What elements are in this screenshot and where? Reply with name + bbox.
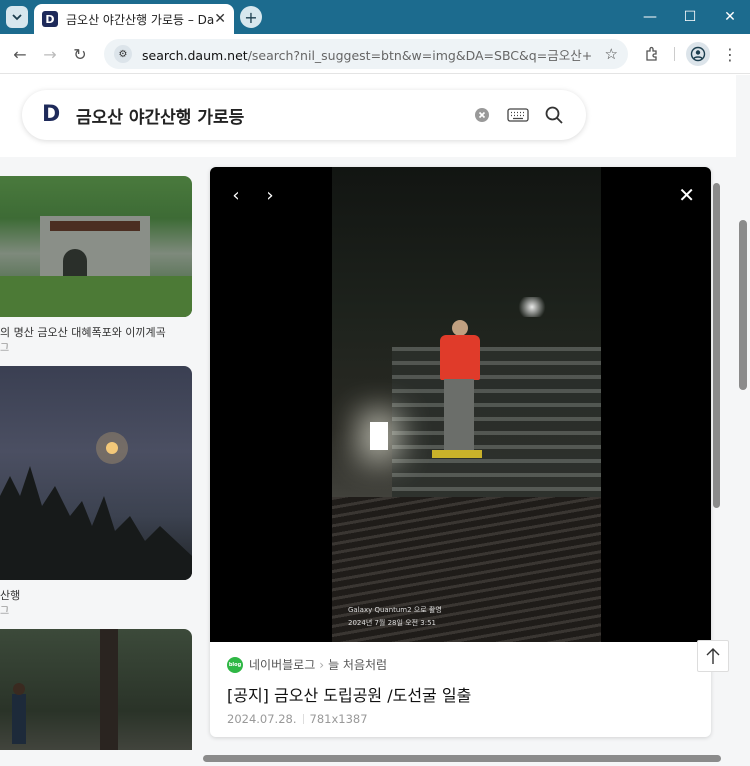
daum-logo-icon[interactable]: D (42, 104, 64, 126)
photo-stairs (392, 347, 601, 517)
image-viewer-panel: Galaxy Quantum2 으로 촬영 2024년 7월 28일 오전 3:… (210, 167, 711, 737)
daum-favicon-icon: D (42, 11, 58, 27)
url-domain: search.daum.net (142, 47, 248, 63)
source-author[interactable]: 늘 처음처럼 (328, 656, 387, 673)
minimize-button[interactable]: — (630, 0, 670, 34)
watermark-line-2: 2024년 7월 28일 오전 3:51 (348, 619, 436, 627)
tab-title: 금오산 야간산행 가로등 – Daum (66, 12, 215, 27)
tab-search-button[interactable] (6, 6, 28, 28)
profile-icon[interactable] (686, 42, 710, 66)
clear-query-icon[interactable] (470, 103, 494, 127)
photo-hiker-feet (432, 450, 482, 458)
meta-divider (302, 714, 304, 724)
url-path: /search?nil_suggest=btn&w=img&DA=SBC&q=금… (247, 47, 592, 63)
result-source-2: 그 (0, 606, 10, 617)
bookmark-star-icon[interactable]: ☆ (605, 45, 618, 63)
previous-image-button[interactable]: ‹ (226, 185, 246, 206)
menu-kebab-icon[interactable]: ⋮ (718, 42, 742, 66)
photo-hiker-head (452, 320, 468, 336)
scroll-to-top-button[interactable] (697, 640, 729, 672)
result-thumbnail-3[interactable] (0, 629, 192, 766)
photo-lights (512, 297, 552, 317)
page-vertical-scrollbar[interactable] (736, 75, 750, 750)
chevron-down-icon (12, 14, 22, 21)
address-bar[interactable]: ⚙ search.daum.net/search?nil_suggest=btn… (104, 39, 628, 69)
tab-close-icon[interactable]: ✕ (214, 11, 226, 27)
photo-hiker-body (440, 335, 480, 380)
site-info-icon[interactable]: ⚙ (114, 45, 132, 63)
result-thumbnail-1[interactable] (0, 176, 192, 317)
active-tab[interactable]: D 금오산 야간산행 가로등 – Daum ✕ (34, 4, 234, 34)
image-title-link[interactable]: [공지] 금오산 도립공원 /도선굴 일출 (227, 682, 694, 706)
photo-watermark: Galaxy Quantum2 으로 촬영 2024년 7월 28일 오전 3:… (348, 604, 442, 630)
source-separator: › (319, 657, 325, 672)
browser-toolbar: ← → ↻ ⚙ search.daum.net/search?nil_sugge… (0, 34, 750, 74)
toolbar-divider (674, 47, 675, 61)
image-dimensions: 781x1387 (309, 712, 368, 726)
new-tab-button[interactable]: + (240, 6, 262, 28)
tab-strip: D 금오산 야간산행 가로등 – Daum ✕ + — ☐ ✕ (0, 0, 750, 34)
forward-button[interactable]: → (38, 42, 62, 66)
photo-hiker-legs (444, 379, 474, 454)
result-thumbnail-2[interactable] (0, 366, 192, 580)
result-caption-1[interactable]: 의 명산 금오산 대혜폭포와 이끼계곡 (0, 324, 166, 340)
preview-image[interactable]: Galaxy Quantum2 으로 촬영 2024년 7월 28일 오전 3:… (332, 167, 601, 642)
photo-lamp (370, 422, 388, 450)
close-viewer-icon[interactable]: ✕ (678, 183, 695, 207)
source-name[interactable]: 네이버블로그 (249, 656, 315, 673)
close-window-button[interactable]: ✕ (710, 0, 750, 34)
result-caption-2[interactable]: 산행 (0, 587, 20, 603)
reload-button[interactable]: ↻ (68, 42, 92, 66)
search-input[interactable]: 금오산 야간산행 가로등 (76, 103, 458, 128)
page-scrollbar-thumb[interactable] (739, 220, 747, 390)
watermark-line-1: Galaxy Quantum2 으로 촬영 (348, 606, 442, 614)
search-box[interactable]: D 금오산 야간산행 가로등 (22, 90, 586, 140)
search-header: D 금오산 야간산행 가로등 (0, 75, 736, 157)
image-date: 2024.07.28. (227, 712, 297, 726)
meta-row: 2024.07.28. 781x1387 (227, 712, 694, 726)
result-source-1: 그 (0, 343, 10, 354)
image-info: blog 네이버블로그 › 늘 처음처럼 [공지] 금오산 도립공원 /도선굴 … (210, 642, 711, 737)
source-row: blog 네이버블로그 › 늘 처음처럼 (227, 656, 694, 673)
url-text[interactable]: search.daum.net/search?nil_suggest=btn&w… (142, 45, 592, 64)
horizontal-scrollbar-thumb[interactable] (203, 755, 721, 762)
viewer-scrollbar-thumb[interactable] (713, 183, 720, 508)
page-content: D 금오산 야간산행 가로등 의 명산 금오산 대혜폭포와 이끼계곡 그 산행 … (0, 75, 750, 766)
blog-badge-icon: blog (227, 656, 243, 673)
search-icon[interactable] (542, 103, 566, 127)
keyboard-icon[interactable] (506, 103, 530, 127)
maximize-button[interactable]: ☐ (670, 0, 710, 34)
extensions-icon[interactable] (640, 42, 664, 66)
next-image-button[interactable]: › (260, 185, 280, 206)
back-button[interactable]: ← (8, 42, 32, 66)
arrow-up-icon (706, 648, 720, 664)
